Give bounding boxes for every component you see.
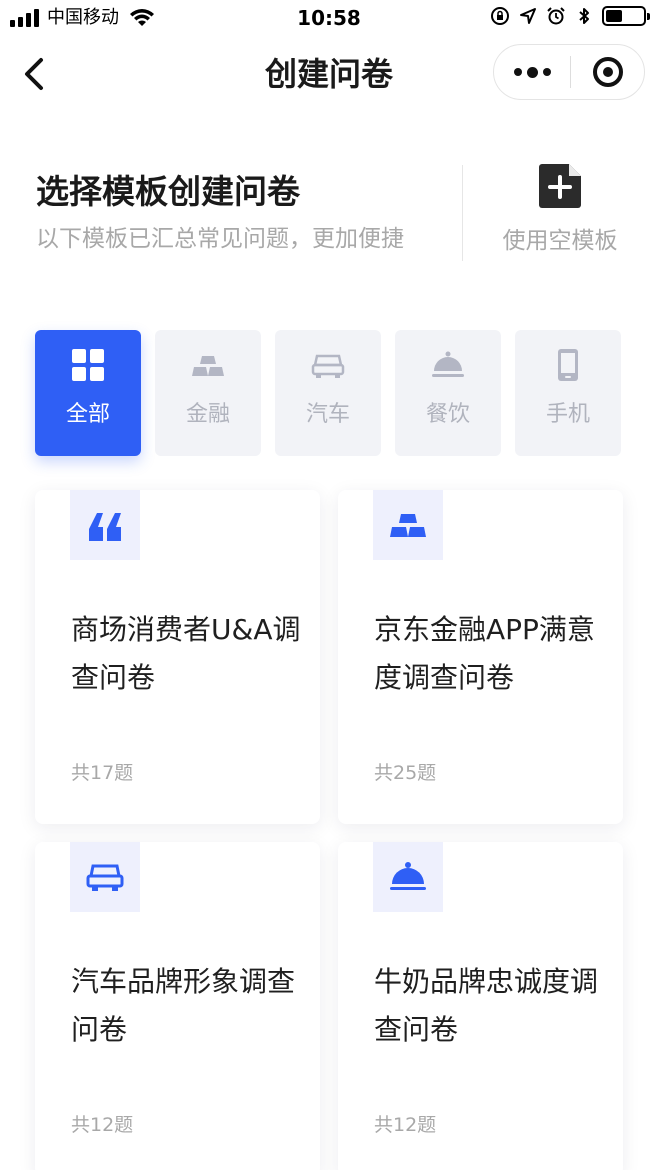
more-button[interactable] bbox=[494, 45, 570, 99]
card-title: 汽车品牌形象调查问卷 bbox=[71, 965, 296, 1046]
more-dots-icon bbox=[513, 66, 551, 78]
car-icon bbox=[86, 864, 124, 891]
battery-icon bbox=[602, 6, 650, 26]
quote-icon bbox=[89, 513, 121, 541]
card-question-count: 共25题 bbox=[374, 762, 437, 784]
tab-label: 全部 bbox=[65, 402, 110, 427]
tab-label: 餐饮 bbox=[425, 402, 470, 427]
tab-label: 金融 bbox=[185, 402, 230, 427]
card-title: 商场消费者U&A调查问卷 bbox=[71, 613, 301, 694]
add-document-icon bbox=[539, 164, 581, 208]
gold-bars-icon bbox=[192, 356, 224, 376]
category-tabs: 全部 金融 汽车 餐饮 手机 bbox=[35, 330, 621, 456]
cloche-icon bbox=[390, 862, 426, 890]
blank-template-button[interactable]: 使用空模板 bbox=[480, 164, 640, 264]
template-card[interactable]: 京东金融APP满意度调查问卷 共25题 bbox=[338, 490, 623, 824]
grid-icon bbox=[72, 349, 104, 381]
card-icon-box bbox=[373, 490, 443, 560]
tab-food[interactable]: 餐饮 bbox=[395, 330, 501, 456]
card-icon-box bbox=[70, 842, 140, 912]
gold-bars-icon bbox=[390, 514, 426, 537]
intro-section: 选择模板创建问卷 以下模板已汇总常见问题，更加便捷 bbox=[36, 168, 404, 256]
template-card[interactable]: 牛奶品牌忠诚度调查问卷 共12题 bbox=[338, 842, 623, 1170]
tab-phone[interactable]: 手机 bbox=[515, 330, 621, 456]
mini-program-close-icon bbox=[592, 57, 623, 87]
close-button[interactable] bbox=[571, 45, 644, 99]
card-question-count: 共12题 bbox=[71, 1114, 134, 1136]
status-bar-right bbox=[490, 6, 650, 26]
car-icon bbox=[311, 354, 345, 378]
bluetooth-icon bbox=[579, 8, 589, 24]
card-icon-box bbox=[70, 490, 140, 560]
tab-label: 手机 bbox=[545, 402, 590, 427]
card-icon-box bbox=[373, 842, 443, 912]
card-question-count: 共12题 bbox=[374, 1114, 437, 1136]
mini-program-capsule bbox=[493, 44, 645, 100]
location-icon bbox=[520, 8, 536, 24]
template-card[interactable]: 汽车品牌形象调查问卷 共12题 bbox=[35, 842, 320, 1170]
cloche-icon bbox=[432, 351, 464, 377]
card-question-count: 共17题 bbox=[71, 762, 134, 784]
tab-all[interactable]: 全部 bbox=[35, 330, 141, 456]
status-bar: 中国移动 10:58 bbox=[0, 0, 658, 36]
intro-subtitle: 以下模板已汇总常见问题，更加便捷 bbox=[36, 226, 404, 252]
intro-title: 选择模板创建问卷 bbox=[36, 172, 300, 211]
tab-auto[interactable]: 汽车 bbox=[275, 330, 381, 456]
tab-label: 汽车 bbox=[305, 402, 350, 427]
phone-icon bbox=[558, 349, 578, 381]
template-card[interactable]: 商场消费者U&A调查问卷 共17题 bbox=[35, 490, 320, 824]
card-title: 牛奶品牌忠诚度调查问卷 bbox=[374, 965, 599, 1046]
tab-finance[interactable]: 金融 bbox=[155, 330, 261, 456]
blank-template-label: 使用空模板 bbox=[502, 228, 618, 254]
card-title: 京东金融APP满意度调查问卷 bbox=[374, 613, 595, 694]
divider bbox=[462, 165, 463, 261]
alarm-icon bbox=[547, 7, 565, 25]
nav-bar: 创建问卷 bbox=[0, 36, 658, 112]
orientation-lock-icon bbox=[491, 7, 509, 25]
